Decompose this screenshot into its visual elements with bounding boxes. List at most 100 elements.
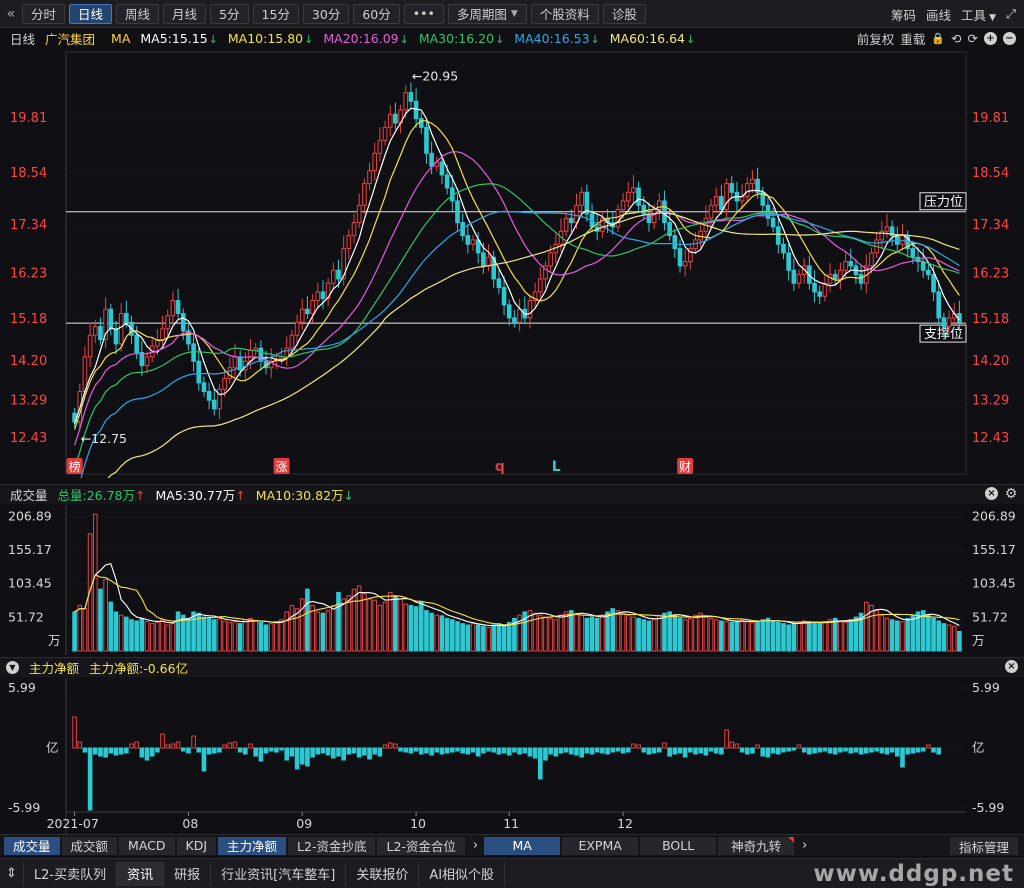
volume-bar[interactable] bbox=[910, 614, 916, 652]
volume-bar[interactable] bbox=[439, 615, 445, 652]
volume-bar[interactable] bbox=[315, 611, 321, 652]
candle-body[interactable] bbox=[408, 92, 414, 102]
candle-body[interactable] bbox=[843, 261, 848, 271]
netflow-bar[interactable] bbox=[418, 747, 424, 755]
netflow-bar[interactable] bbox=[926, 744, 931, 749]
volume-bar[interactable] bbox=[760, 619, 766, 652]
volume-bar[interactable] bbox=[206, 617, 212, 652]
overlay-tab-1[interactable]: EXPMA bbox=[562, 836, 639, 855]
volume-bar[interactable] bbox=[750, 621, 755, 652]
candle-body[interactable] bbox=[418, 118, 424, 128]
netflow-bar[interactable] bbox=[284, 747, 290, 761]
netflow-bar[interactable] bbox=[444, 747, 450, 754]
volume-bar[interactable] bbox=[481, 625, 486, 652]
volume-bar[interactable] bbox=[600, 614, 605, 652]
netflow-bar[interactable] bbox=[486, 747, 491, 752]
candle-body[interactable] bbox=[465, 235, 471, 245]
netflow-bar[interactable] bbox=[812, 747, 817, 754]
candle-body[interactable] bbox=[895, 235, 900, 245]
netflow-bar[interactable] bbox=[124, 747, 129, 754]
volume-bar[interactable] bbox=[408, 604, 414, 652]
volume-bar[interactable] bbox=[362, 593, 367, 652]
candle-body[interactable] bbox=[646, 213, 652, 224]
candle-body[interactable] bbox=[429, 152, 434, 167]
netflow-bar[interactable] bbox=[315, 747, 321, 755]
volume-bar[interactable] bbox=[646, 620, 652, 652]
volume-bar[interactable] bbox=[367, 598, 372, 652]
volume-bar[interactable] bbox=[739, 619, 745, 652]
candle-body[interactable] bbox=[848, 261, 854, 267]
candle-body[interactable] bbox=[232, 356, 238, 369]
volume-bar[interactable] bbox=[822, 621, 828, 652]
netflow-bar[interactable] bbox=[258, 747, 264, 762]
volume-bar[interactable] bbox=[879, 614, 885, 652]
candle-body[interactable] bbox=[791, 269, 797, 284]
info-tab-0[interactable]: L2-买卖队列 bbox=[24, 861, 118, 886]
netflow-bar[interactable] bbox=[191, 735, 196, 749]
volume-bar[interactable] bbox=[501, 625, 507, 652]
netflow-bar[interactable] bbox=[134, 741, 139, 749]
netflow-bar[interactable] bbox=[786, 747, 791, 752]
volume-bar[interactable] bbox=[563, 611, 569, 652]
volume-bar[interactable] bbox=[724, 621, 729, 652]
volume-bar[interactable] bbox=[222, 620, 227, 652]
info-tab-5[interactable]: AI相似个股 bbox=[419, 861, 506, 886]
period-button-2[interactable]: 周线 bbox=[116, 3, 160, 24]
candle-body[interactable] bbox=[372, 152, 378, 172]
netflow-bar[interactable] bbox=[744, 747, 750, 755]
candle-body[interactable] bbox=[946, 317, 952, 328]
volume-bar[interactable] bbox=[693, 614, 698, 652]
candle-body[interactable] bbox=[92, 326, 98, 336]
candle-body[interactable] bbox=[858, 274, 864, 284]
candle-body[interactable] bbox=[569, 217, 574, 224]
candle-body[interactable] bbox=[222, 378, 227, 390]
volume-bar[interactable] bbox=[310, 604, 315, 652]
netflow-bar[interactable] bbox=[196, 747, 202, 753]
volume-bar[interactable] bbox=[232, 621, 238, 652]
netflow-bar[interactable] bbox=[807, 747, 812, 755]
volume-bar[interactable] bbox=[662, 612, 667, 652]
volume-bar[interactable] bbox=[160, 619, 165, 652]
volume-bar[interactable] bbox=[734, 620, 740, 652]
candle-body[interactable] bbox=[310, 300, 315, 315]
info-tab-2[interactable]: 研报 bbox=[164, 861, 212, 886]
netflow-bar[interactable] bbox=[299, 747, 305, 765]
candle-body[interactable] bbox=[512, 317, 517, 323]
candle-body[interactable] bbox=[289, 334, 295, 349]
volume-bar[interactable] bbox=[770, 621, 776, 652]
candle-body[interactable] bbox=[838, 269, 843, 280]
candle-body[interactable] bbox=[615, 209, 621, 228]
volume-bar[interactable] bbox=[895, 620, 900, 652]
candle-body[interactable] bbox=[113, 328, 119, 345]
volume-bar[interactable] bbox=[403, 603, 409, 652]
candle-body[interactable] bbox=[305, 308, 310, 315]
volume-bar[interactable] bbox=[263, 624, 269, 652]
candle-body[interactable] bbox=[393, 113, 398, 124]
netflow-bar[interactable] bbox=[558, 747, 564, 754]
netflow-bar[interactable] bbox=[936, 747, 942, 755]
volume-bar[interactable] bbox=[656, 614, 662, 652]
volume-bar[interactable] bbox=[237, 623, 243, 652]
candle-body[interactable] bbox=[744, 183, 750, 198]
netflow-bar[interactable] bbox=[672, 747, 678, 755]
chevron-right-icon[interactable]: › bbox=[467, 838, 484, 853]
volume-bar[interactable] bbox=[625, 614, 631, 652]
reload-button[interactable]: 重载 bbox=[900, 29, 925, 48]
netflow-bar[interactable] bbox=[118, 747, 124, 755]
netflow-bar[interactable] bbox=[336, 747, 341, 757]
indicator-tab-2[interactable]: MACD bbox=[119, 836, 175, 855]
volume-bar[interactable] bbox=[558, 614, 564, 652]
netflow-bar[interactable] bbox=[491, 747, 497, 753]
candle-body[interactable] bbox=[941, 317, 947, 328]
volume-bar[interactable] bbox=[382, 601, 388, 652]
netflow-bar[interactable] bbox=[372, 747, 378, 755]
candle-body[interactable] bbox=[770, 217, 776, 228]
netflow-bar[interactable] bbox=[377, 747, 383, 757]
volume-bar[interactable] bbox=[863, 601, 869, 652]
netflow-bar[interactable] bbox=[113, 747, 119, 756]
volume-bar[interactable] bbox=[698, 612, 704, 652]
netflow-bar[interactable] bbox=[289, 747, 295, 757]
volume-bar[interactable] bbox=[827, 619, 833, 652]
candle-body[interactable] bbox=[124, 313, 129, 323]
netflow-bar[interactable] bbox=[77, 741, 83, 749]
